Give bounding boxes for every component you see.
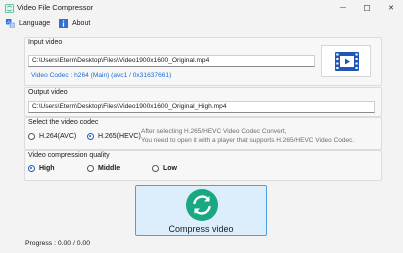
translate-icon: A 文 [6, 19, 15, 28]
input-video-path-field[interactable]: C:\Users\Etern\Desktop\Files\Video1900x1… [28, 55, 315, 67]
menu-about-label: About [72, 20, 91, 27]
progress-status: Progress : 0.00 / 0.00 [25, 240, 90, 247]
codec-panel: Select the video codec H.264(AVC) H.265(… [24, 117, 382, 150]
codec-h264-label: H.264(AVC) [39, 133, 77, 140]
film-strip-icon [335, 52, 359, 71]
input-video-panel: Input video C:\Users\Etern\Desktop\Files… [24, 37, 382, 86]
svg-text:文: 文 [11, 22, 15, 28]
radio-indicator [87, 165, 94, 172]
codec-h265-label: H.265(HEVC) [98, 133, 141, 140]
codec-note-line2: You need to open it with a player that s… [141, 137, 355, 144]
compress-video-label: Compress video [168, 224, 234, 234]
quality-middle-radio[interactable]: Middle [87, 165, 120, 172]
window-title: Video File Compressor [17, 3, 94, 12]
info-icon [59, 19, 68, 28]
quality-high-radio[interactable]: High [28, 165, 55, 172]
minimize-button[interactable]: — [331, 0, 355, 16]
radio-indicator [28, 165, 35, 172]
quality-label: Video compression quality [28, 152, 110, 159]
maximize-button[interactable]: ☐ [355, 0, 379, 16]
radio-indicator [152, 165, 159, 172]
input-video-label: Input video [28, 39, 63, 46]
menu-bar: A 文 Language About [0, 16, 403, 31]
output-video-panel: Output video C:\Users\Etern\Desktop\File… [24, 87, 382, 117]
menu-language[interactable]: A 文 Language [6, 18, 50, 29]
maximize-icon: ☐ [363, 3, 371, 13]
menu-about[interactable]: About [59, 18, 90, 29]
minimize-icon: — [340, 5, 346, 11]
video-thumbnail[interactable] [321, 45, 371, 77]
radio-indicator [87, 133, 94, 140]
quality-panel: Video compression quality High Middle Lo… [24, 150, 382, 181]
radio-indicator [28, 133, 35, 140]
compress-video-button[interactable]: Compress video [135, 185, 267, 236]
output-video-path-field[interactable]: C:\Users\Etern\Desktop\Files\Video1900x1… [28, 101, 375, 113]
refresh-arrows-icon [186, 189, 218, 221]
input-video-codec-info: Video Codec : h264 (Main) (avc1 / 0x3163… [31, 72, 172, 79]
output-video-label: Output video [28, 89, 68, 96]
quality-low-label: Low [163, 165, 177, 172]
close-button[interactable]: ✕ [379, 0, 403, 16]
quality-low-radio[interactable]: Low [152, 165, 177, 172]
codec-label: Select the video codec [28, 119, 99, 126]
quality-high-label: High [39, 165, 55, 172]
codec-h265-radio[interactable]: H.265(HEVC) [87, 133, 141, 140]
app-window: Video File Compressor — ☐ ✕ A 文 Language [0, 0, 403, 253]
quality-middle-label: Middle [98, 165, 121, 172]
title-bar: Video File Compressor — ☐ ✕ [0, 0, 403, 16]
app-icon [5, 4, 14, 13]
codec-h264-radio[interactable]: H.264(AVC) [28, 133, 76, 140]
menu-language-label: Language [19, 20, 51, 27]
close-icon: ✕ [388, 5, 394, 12]
codec-note-line1: After selecting H.265/HEVC Video Codec C… [141, 128, 287, 135]
